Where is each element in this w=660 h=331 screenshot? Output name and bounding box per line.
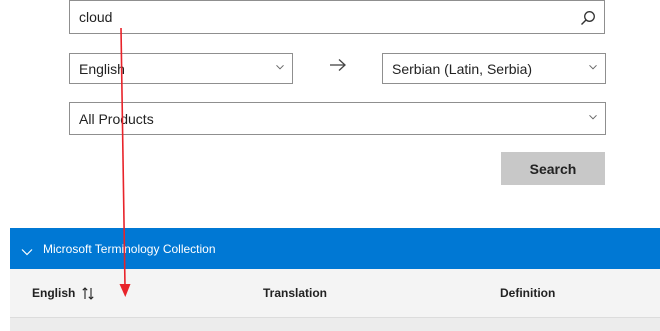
- sort-icon[interactable]: [82, 286, 94, 300]
- from-language-select[interactable]: English: [69, 53, 293, 84]
- to-language-select[interactable]: Serbian (Latin, Serbia): [382, 53, 606, 84]
- table-row: [10, 317, 660, 331]
- column-label: Definition: [500, 286, 556, 300]
- column-label: Translation: [263, 286, 328, 300]
- product-value: All Products: [79, 110, 154, 127]
- search-button[interactable]: Search: [501, 152, 605, 185]
- column-header-translation[interactable]: Translation: [263, 269, 327, 317]
- column-header-english[interactable]: English: [32, 269, 94, 317]
- chevron-down-icon: [589, 114, 597, 121]
- collection-header[interactable]: Microsoft Terminology Collection: [10, 228, 660, 269]
- collection-title: Microsoft Terminology Collection: [43, 241, 216, 256]
- search-query: cloud: [79, 9, 113, 25]
- table-header: English Translation Definition: [10, 269, 660, 317]
- column-header-definition[interactable]: Definition: [500, 269, 555, 317]
- to-language-value: Serbian (Latin, Serbia): [392, 60, 533, 77]
- chevron-down-icon: [589, 64, 597, 71]
- search-input[interactable]: cloud: [69, 0, 605, 34]
- arrow-right-icon: [328, 57, 348, 73]
- search-icon[interactable]: [580, 10, 596, 26]
- column-label: English: [32, 286, 76, 300]
- product-select[interactable]: All Products: [69, 102, 606, 135]
- chevron-down-icon: [276, 64, 284, 71]
- chevron-down-icon[interactable]: [21, 245, 33, 255]
- from-language-value: English: [79, 60, 125, 77]
